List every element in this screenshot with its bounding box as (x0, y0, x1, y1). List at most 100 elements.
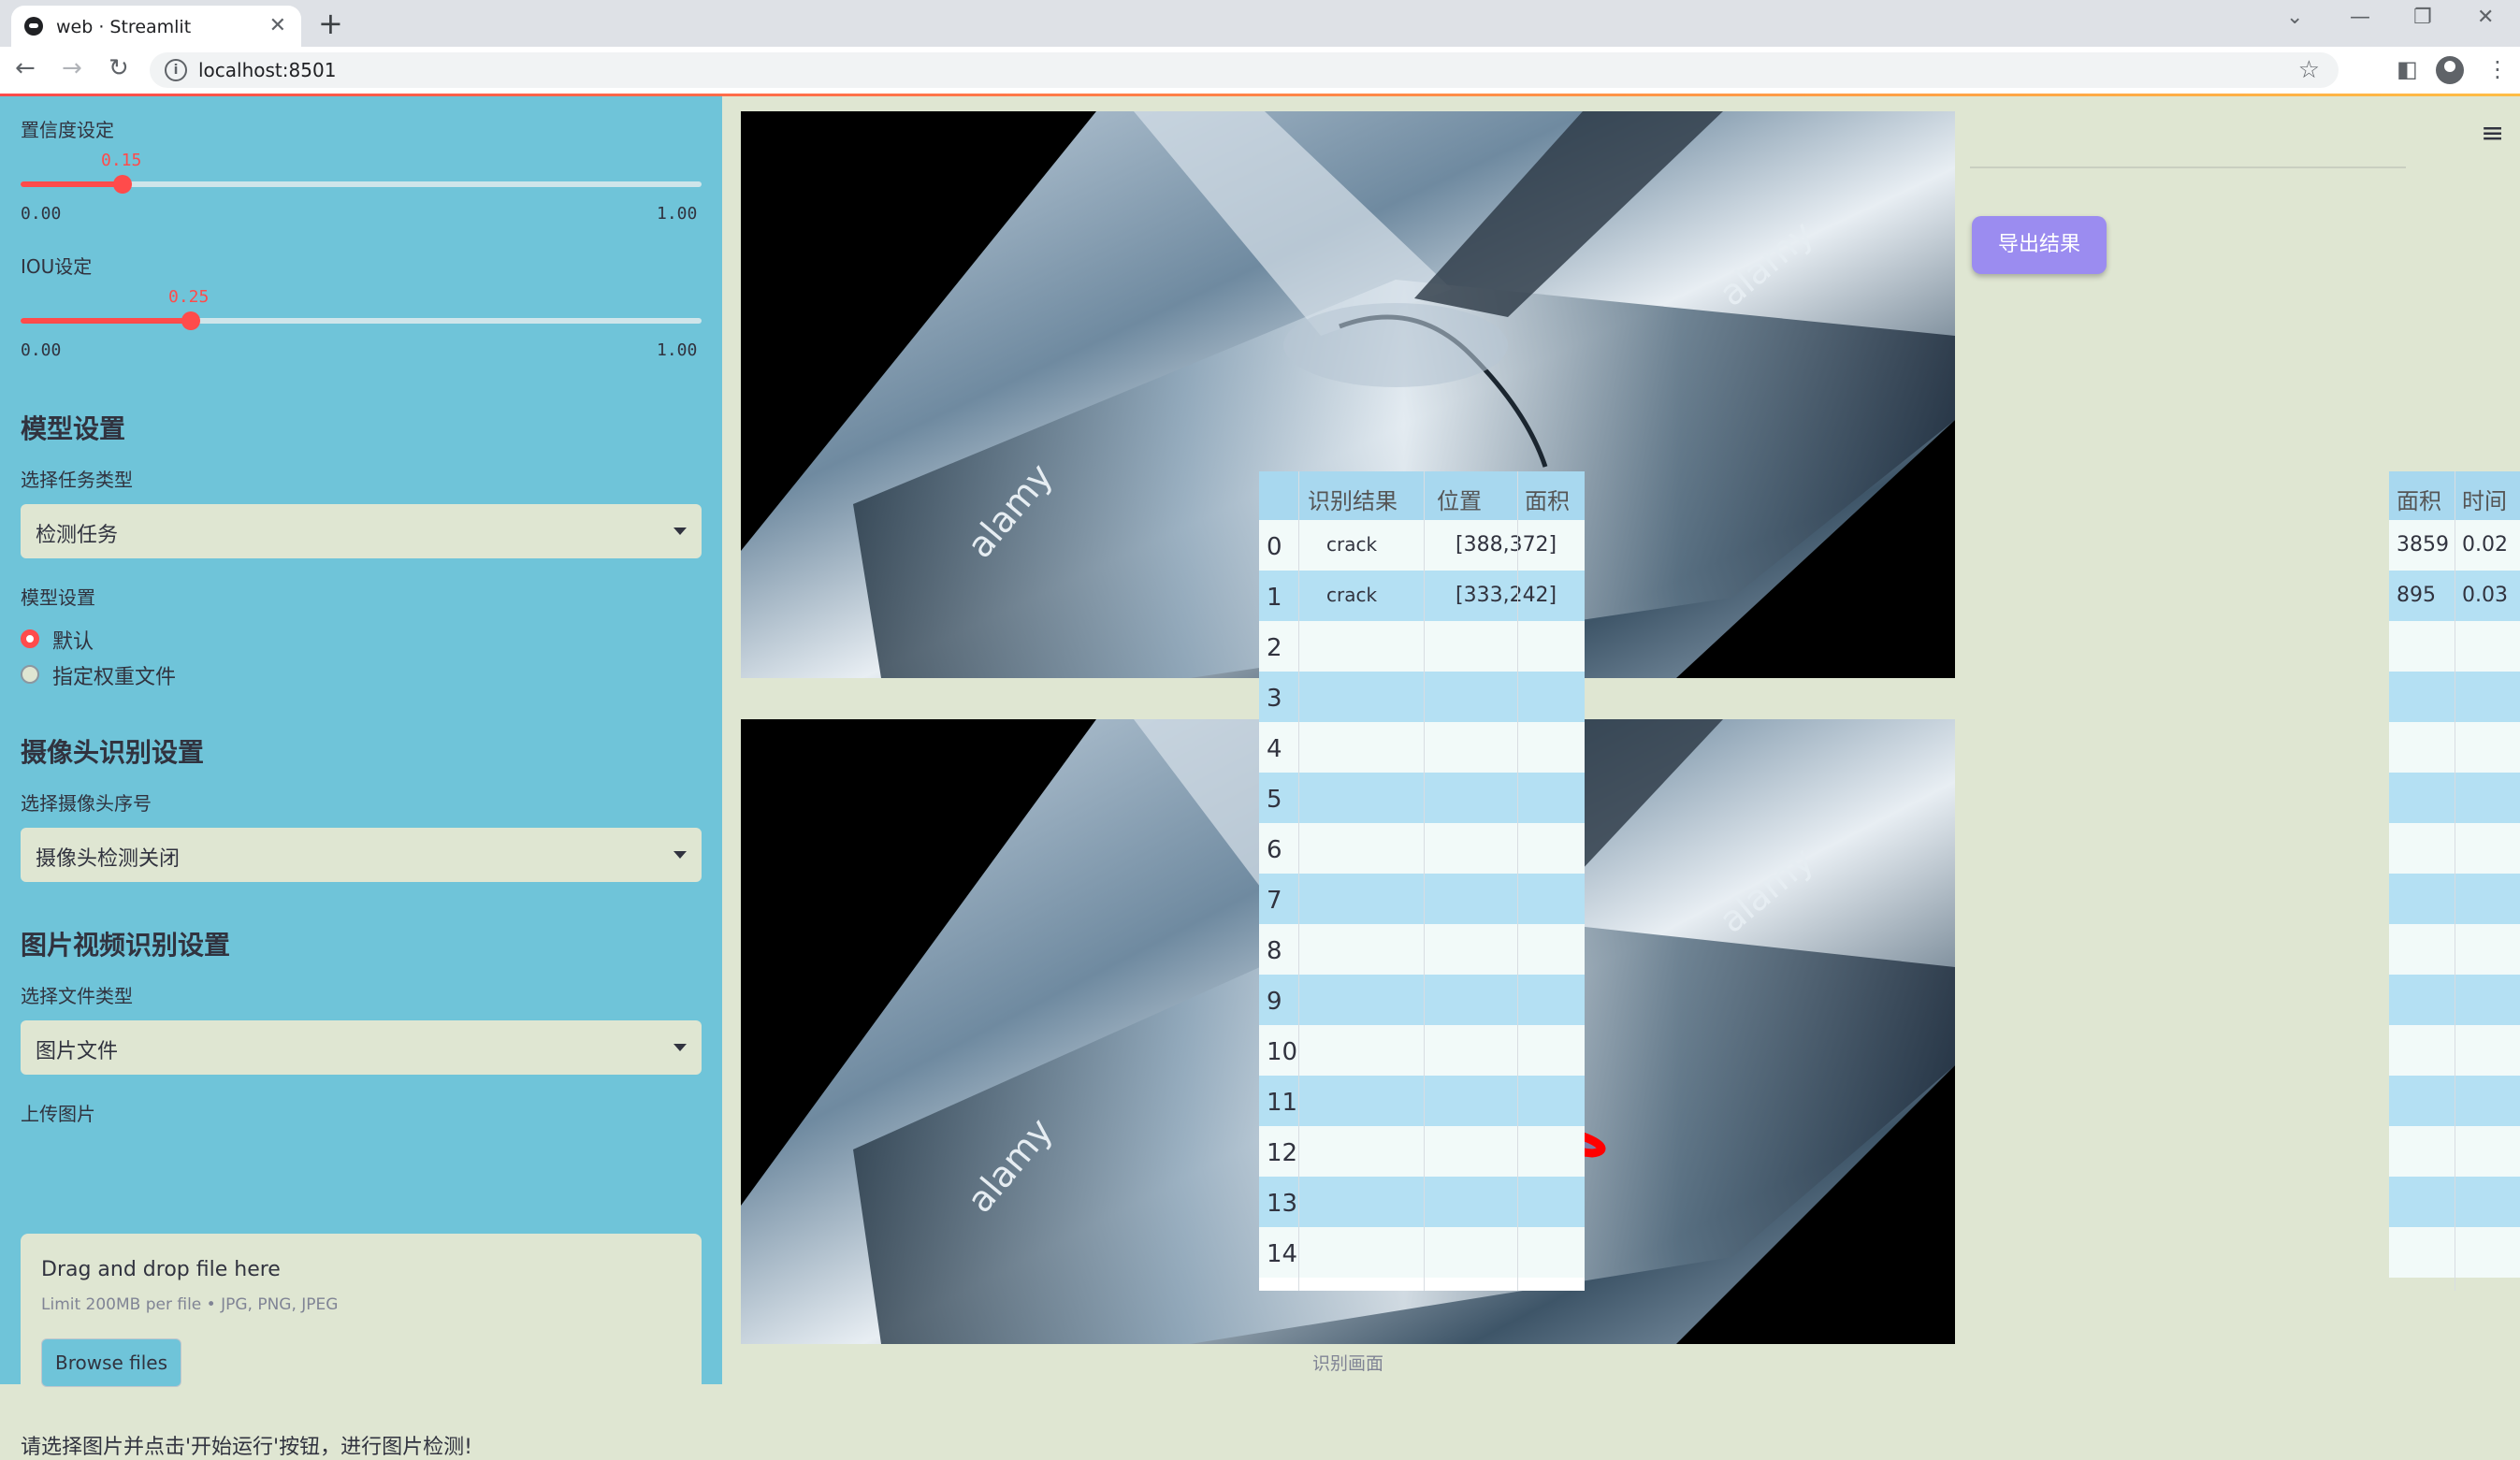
confidence-slider-fill (21, 181, 123, 187)
browser-menu-icon[interactable]: ⋮ (2486, 56, 2509, 82)
column-header-area[interactable]: 面积 (2397, 483, 2441, 515)
table-row[interactable]: 12 (1259, 1126, 1585, 1177)
table-row[interactable]: 6 (1259, 823, 1585, 874)
row-index: 7 (1267, 887, 1282, 915)
camera-settings-heading: 摄像头识别设置 (21, 737, 205, 768)
camera-select[interactable]: 摄像头检测关闭 (21, 828, 702, 882)
tab-title: web · Streamlit (56, 17, 192, 37)
cell-area: 3859 (2397, 533, 2449, 557)
confidence-slider-thumb[interactable] (113, 175, 133, 194)
file-type-select[interactable]: 图片文件 (21, 1020, 702, 1075)
window-close-icon[interactable]: ✕ (2477, 6, 2494, 29)
table-header: 识别结果 位置 面积 (1259, 471, 1585, 520)
table-row[interactable]: 2 (1259, 621, 1585, 672)
cell-result: crack (1326, 584, 1378, 606)
table-row[interactable]: 7 (1259, 874, 1585, 924)
column-divider (1517, 471, 1518, 1291)
column-header-time[interactable]: 时间 (2462, 483, 2507, 515)
table-row[interactable]: 1 crack [333,242] (1259, 571, 1585, 621)
row-index: 0 (1267, 533, 1282, 561)
main-area: alamy alamy alamy 原始画面 alamy alamy crack… (722, 96, 2520, 1384)
address-bar: ← → ↻ i localhost:8501 ☆ ◧ ⋮ (0, 47, 2520, 94)
back-icon[interactable]: ← (15, 54, 36, 82)
site-info-icon[interactable]: i (165, 59, 187, 81)
side-panel-icon[interactable]: ◧ (2397, 56, 2418, 82)
iou-slider-thumb[interactable] (181, 311, 200, 330)
confidence-label: 置信度设定 (21, 119, 114, 141)
profile-avatar-icon[interactable] (2436, 56, 2464, 84)
camera-select-value: 摄像头检测关闭 (36, 847, 181, 871)
dropzone-title: Drag and drop file here (41, 1258, 281, 1281)
sidebar-hint: 请选择图片并点击'开始运行'按钮，进行图片检测! (21, 1436, 472, 1459)
cell-position: [388,372] (1456, 533, 1557, 557)
column-header-area[interactable]: 面积 (1525, 483, 1570, 515)
forward-icon[interactable]: → (62, 54, 82, 82)
iou-label: IOU设定 (21, 255, 93, 278)
hamburger-menu-icon[interactable]: ≡ (2481, 117, 2504, 150)
model-setting-label: 模型设置 (21, 586, 95, 609)
divider (1970, 166, 2406, 168)
confidence-value: 0.15 (101, 151, 142, 170)
table-row[interactable]: 13 (1259, 1177, 1585, 1227)
new-tab-icon[interactable]: + (318, 6, 343, 41)
row-index: 12 (1267, 1139, 1298, 1167)
row-index: 11 (1267, 1089, 1298, 1117)
iou-slider-fill (21, 318, 191, 324)
minimize-icon[interactable]: — (2350, 6, 2370, 29)
browser-tab[interactable]: web · Streamlit ✕ (11, 6, 301, 47)
row-index: 14 (1267, 1240, 1298, 1268)
close-tab-icon[interactable]: ✕ (269, 14, 286, 37)
iou-slider[interactable] (21, 311, 702, 330)
tab-search-icon[interactable]: ⌄ (2286, 6, 2303, 29)
column-divider (1424, 471, 1425, 1291)
radio-custom-weights-label[interactable]: 指定权重文件 (52, 660, 176, 690)
chevron-down-icon (673, 528, 687, 535)
cell-time: 0.03 (2462, 584, 2508, 607)
task-type-select[interactable]: 检测任务 (21, 504, 702, 558)
upload-label: 上传图片 (21, 1103, 95, 1125)
iou-min: 0.00 (21, 340, 62, 360)
media-settings-heading: 图片视频识别设置 (21, 930, 231, 961)
radio-default[interactable] (21, 629, 39, 648)
file-type-value: 图片文件 (36, 1040, 119, 1063)
table-row[interactable]: 10 (1259, 1025, 1585, 1076)
camera-index-label: 选择摄像头序号 (21, 792, 152, 815)
browse-files-button[interactable]: Browse files (41, 1338, 181, 1387)
row-index: 8 (1267, 937, 1282, 965)
confidence-slider[interactable] (21, 175, 702, 194)
chevron-down-icon (673, 851, 687, 859)
reload-icon[interactable]: ↻ (109, 54, 129, 82)
table-row[interactable]: 5 (1259, 773, 1585, 823)
model-settings-heading: 模型设置 (21, 413, 126, 444)
table-row[interactable]: 14 (1259, 1227, 1585, 1278)
file-dropzone[interactable]: Drag and drop file here Limit 200MB per … (21, 1234, 702, 1408)
radio-default-label[interactable]: 默认 (52, 625, 94, 655)
table-row[interactable]: 11 (1259, 1076, 1585, 1126)
row-index: 5 (1267, 786, 1282, 814)
column-header-position[interactable]: 位置 (1437, 483, 1482, 515)
export-results-button[interactable]: 导出结果 (1972, 216, 2107, 274)
radio-custom-weights[interactable] (21, 665, 39, 684)
cell-area: 895 (2397, 584, 2436, 607)
cell-time: 0.02 (2462, 533, 2508, 557)
row-index: 10 (1267, 1038, 1298, 1066)
table-row[interactable]: 8 (1259, 924, 1585, 975)
restore-icon[interactable]: ❐ (2413, 6, 2432, 29)
url-field[interactable]: i localhost:8501 ☆ (150, 52, 2339, 88)
confidence-min: 0.00 (21, 204, 62, 224)
table-row[interactable]: 4 (1259, 722, 1585, 773)
task-type-label: 选择任务类型 (21, 469, 133, 491)
results-table[interactable]: 识别结果 位置 面积 0 crack [388,372] 1 crack [333,242… (1259, 471, 1585, 1291)
bookmark-star-icon[interactable]: ☆ (2298, 56, 2320, 84)
row-index: 1 (1267, 584, 1282, 612)
table-row[interactable]: 9 (1259, 975, 1585, 1025)
table-row[interactable]: 3 (1259, 672, 1585, 722)
file-type-label: 选择文件类型 (21, 985, 133, 1007)
dropzone-limit: Limit 200MB per file • JPG, PNG, JPEG (41, 1295, 339, 1314)
table-row[interactable]: 0 crack [388,372] (1259, 520, 1585, 571)
row-index: 2 (1267, 634, 1282, 662)
row-index: 4 (1267, 735, 1282, 763)
sidebar: 置信度设定 0.15 0.00 1.00 IOU设定 0.25 0.00 1.0… (0, 96, 722, 1459)
column-header-result[interactable]: 识别结果 (1308, 483, 1398, 515)
row-index: 9 (1267, 988, 1282, 1016)
